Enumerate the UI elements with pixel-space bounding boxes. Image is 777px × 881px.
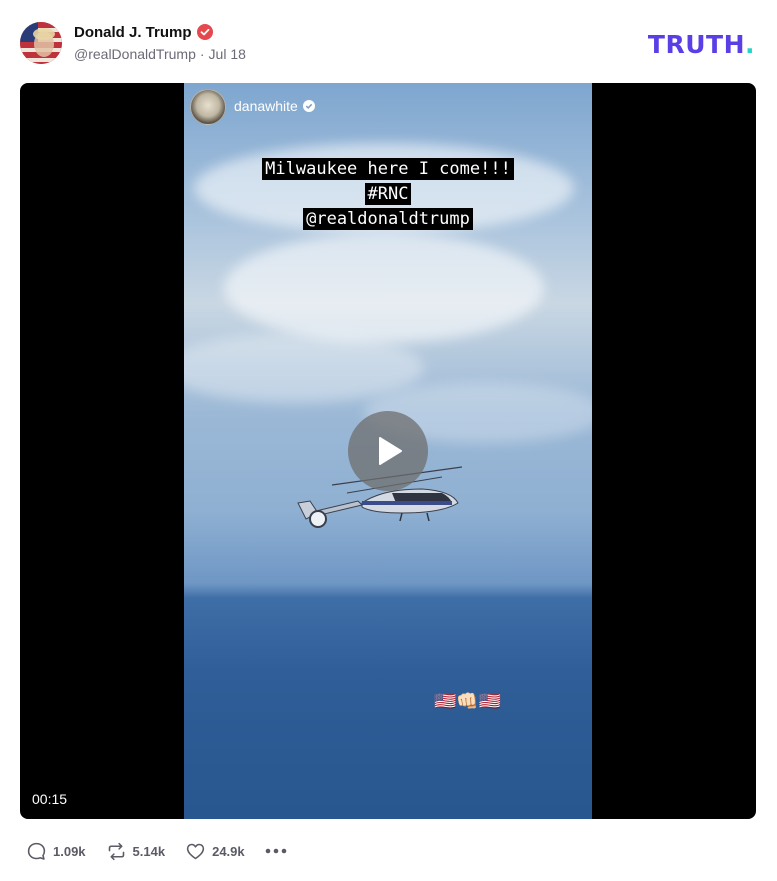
reply-count: 1.09k — [53, 843, 86, 859]
video-duration: 00:15 — [32, 791, 68, 807]
story-avatar — [190, 89, 226, 125]
verified-badge-icon — [196, 24, 213, 40]
more-icon — [265, 848, 286, 854]
caption-line: #RNC — [364, 183, 412, 205]
logo-dot: . — [745, 30, 755, 59]
heart-icon — [186, 843, 205, 859]
play-icon — [379, 437, 402, 465]
like-button[interactable]: 24.9k — [185, 841, 245, 862]
caption-line: @realdonaldtrump — [303, 208, 473, 230]
logo-text: TRUTH — [647, 30, 745, 59]
avatar[interactable] — [20, 22, 62, 64]
flag-emojis: 🇺🇸👊🏻🇺🇸 — [434, 691, 502, 711]
retruth-icon — [108, 842, 124, 860]
author-name[interactable]: Donald J. Trump — [74, 24, 192, 41]
truth-logo[interactable]: TRUTH. — [648, 30, 755, 59]
post-date[interactable]: Jul 18 — [209, 46, 246, 62]
story-caption: Milwaukee here I come!!! #RNC @realdonal… — [184, 157, 592, 232]
verified-check-icon — [302, 100, 315, 112]
play-button[interactable] — [348, 411, 428, 491]
reply-icon — [27, 842, 46, 860]
caption-line: Milwaukee here I come!!! — [262, 158, 514, 180]
meta-separator: · — [199, 46, 205, 62]
story-username: danawhite — [234, 98, 298, 114]
retruth-count: 5.14k — [132, 843, 166, 859]
post-header: Donald J. Trump @realDonaldTrump · Jul 1… — [20, 20, 757, 66]
retruth-button[interactable]: 5.14k — [106, 841, 166, 862]
more-options-button[interactable] — [265, 838, 287, 864]
like-count: 24.9k — [212, 843, 245, 859]
action-bar: 1.09k 5.14k 24.9k — [26, 838, 287, 864]
reply-button[interactable]: 1.09k — [26, 841, 86, 862]
video-player[interactable]: danawhite Milwaukee here I come!!! #RNC … — [20, 83, 756, 819]
author-handle[interactable]: @realDonaldTrump — [74, 46, 196, 62]
